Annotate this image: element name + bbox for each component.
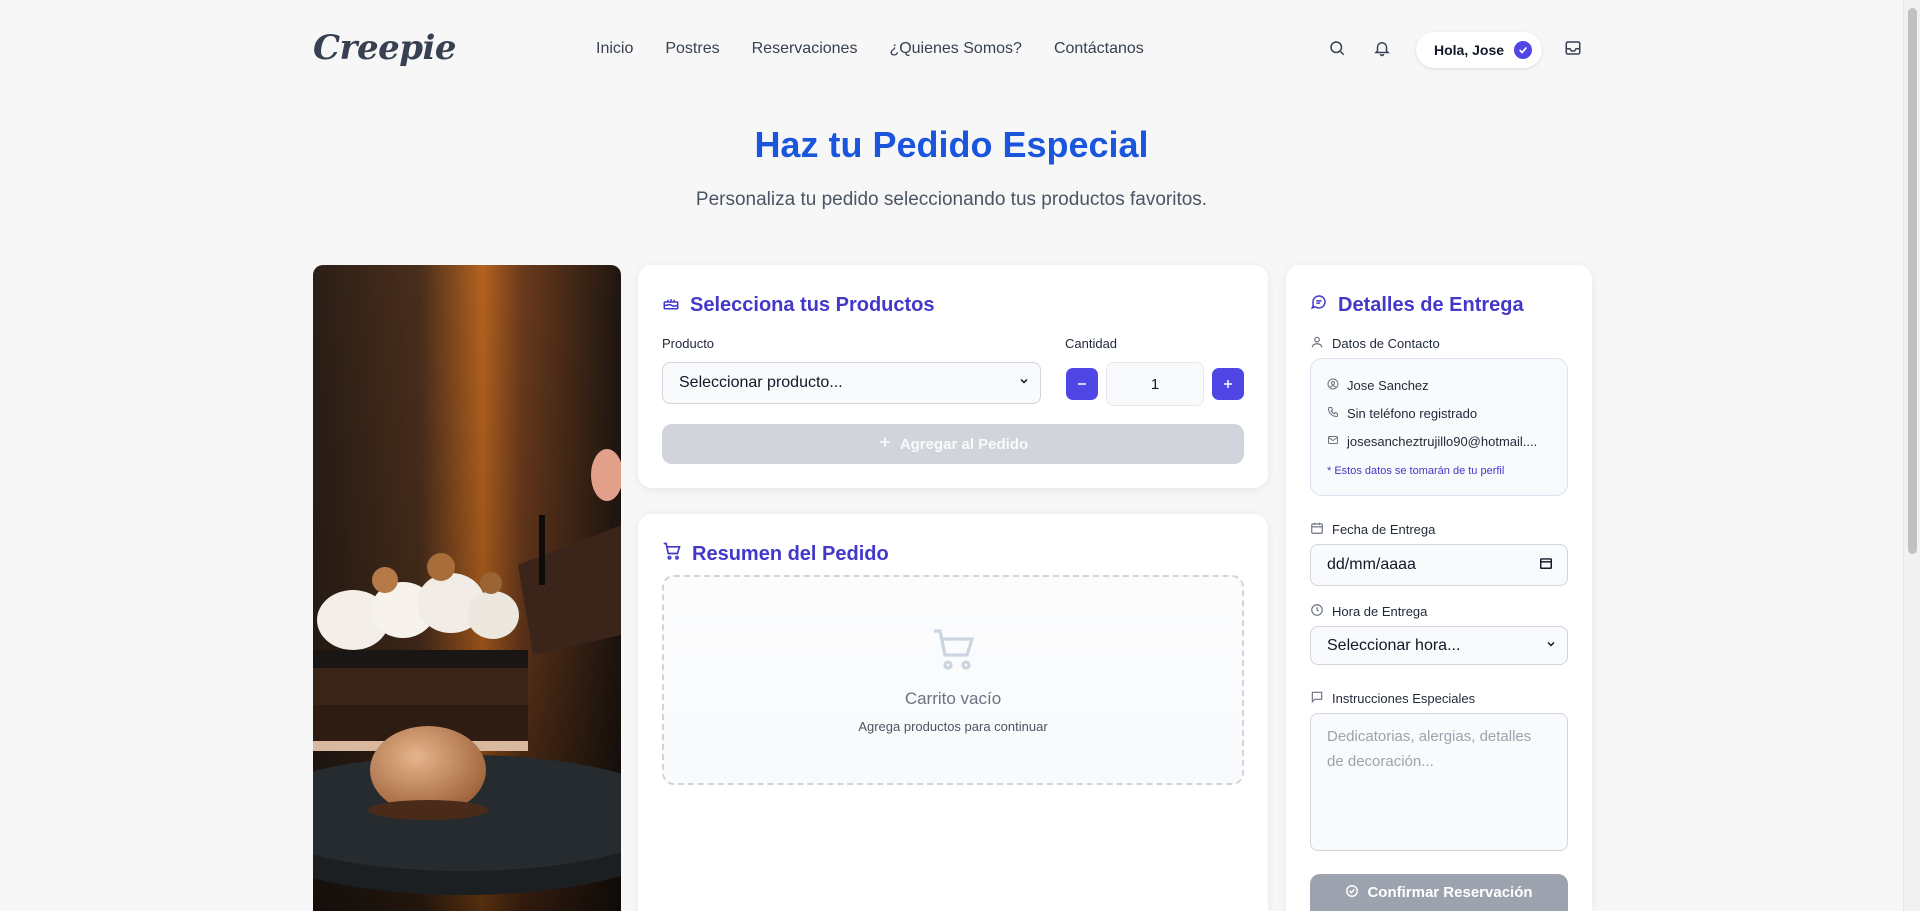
cake-icon [662, 293, 680, 317]
add-to-order-button[interactable]: Agregar al Pedido [662, 424, 1244, 464]
plus-icon [878, 435, 892, 453]
calendar-picker-icon[interactable] [1539, 556, 1553, 575]
delivery-date-value: dd/mm/aaaa [1327, 556, 1416, 573]
product-label: Producto [662, 336, 715, 351]
special-instructions-label-text: Instrucciones Especiales [1332, 691, 1476, 706]
products-card-header: Selecciona tus Productos [662, 293, 935, 317]
special-instructions-placeholder: Dedicatorias, alergias, detalles de deco… [1327, 728, 1532, 770]
page-title: Haz tu Pedido Especial [754, 124, 1149, 165]
user-icon [1310, 335, 1324, 352]
nav-reservaciones[interactable]: Reservaciones [752, 40, 858, 58]
quantity-value: 1 [1150, 375, 1160, 393]
contact-phone-row: Sin teléfono registrado [1327, 406, 1477, 421]
page-scrollbar[interactable] [1903, 0, 1920, 911]
calendar-icon [1310, 521, 1324, 538]
special-instructions-label: Instrucciones Especiales [1310, 690, 1475, 707]
main-nav: Inicio Postres Reservaciones ¿Quienes So… [596, 40, 1176, 58]
quantity-field[interactable]: 1 [1106, 362, 1204, 406]
contact-note: * Estos datos se tomarán de tu perfil [1327, 465, 1505, 477]
product-select-value: Seleccionar producto... [679, 374, 843, 391]
decrease-quantity-button[interactable] [1066, 368, 1098, 400]
increase-quantity-button[interactable] [1212, 368, 1244, 400]
empty-cart-title: Carrito vacío [904, 689, 1002, 708]
contact-email-row: josesancheztrujillo90@hotmail.... [1327, 434, 1537, 449]
chevron-down-icon [1018, 374, 1030, 392]
search-icon[interactable] [1325, 36, 1349, 60]
contact-name: Jose Sanchez [1347, 378, 1429, 393]
summary-card-header: Resumen del Pedido [662, 541, 889, 567]
contact-email: josesancheztrujillo90@hotmail.... [1347, 434, 1538, 449]
check-circle-icon [1345, 884, 1359, 902]
cart-icon [662, 541, 682, 567]
dessert-photo [313, 265, 621, 911]
special-instructions-textarea[interactable]: Dedicatorias, alergias, detalles de deco… [1310, 713, 1568, 851]
product-select[interactable]: Seleccionar producto... [662, 362, 1041, 404]
order-summary-card: Resumen del Pedido Carrito vacío Agrega … [638, 514, 1268, 911]
contact-info-box: Jose Sanchez Sin teléfono registrado jos… [1310, 358, 1568, 496]
brand-logo[interactable]: Creepie [313, 28, 457, 68]
inbox-icon[interactable] [1561, 36, 1585, 60]
delivery-date-label-text: Fecha de Entrega [1332, 522, 1436, 537]
page-subtitle: Personaliza tu pedido seleccionando tus … [695, 189, 1208, 210]
add-to-order-label: Agregar al Pedido [899, 435, 1029, 453]
user-circle-icon [1327, 378, 1339, 393]
nav-inicio[interactable]: Inicio [596, 40, 633, 58]
empty-cart-subtitle: Agrega productos para continuar [858, 719, 1048, 734]
contact-data-label-text: Datos de Contacto [1332, 336, 1440, 351]
contact-phone: Sin teléfono registrado [1347, 406, 1478, 421]
summary-card-title: Resumen del Pedido [692, 542, 889, 565]
message-icon [1310, 690, 1324, 707]
chevron-down-icon [1545, 637, 1557, 655]
confirm-reservation-button[interactable]: Confirmar Reservación [1310, 874, 1568, 911]
quantity-label: Cantidad [1065, 336, 1118, 351]
empty-cart-icon [930, 625, 978, 678]
products-card: Selecciona tus Productos Producto Cantid… [638, 265, 1268, 488]
top-navbar: Creepie Inicio Postres Reservaciones ¿Qu… [313, 22, 1593, 78]
bell-icon[interactable] [1370, 36, 1394, 60]
delivery-date-input[interactable]: dd/mm/aaaa [1310, 544, 1568, 586]
delivery-card-title: Detalles de Entrega [1338, 293, 1524, 316]
nav-postres[interactable]: Postres [665, 40, 719, 58]
delivery-time-select[interactable]: Seleccionar hora... [1310, 626, 1568, 665]
scrollbar-thumb[interactable] [1908, 8, 1917, 554]
mail-icon [1327, 434, 1339, 449]
delivery-card: Detalles de Entrega Datos de Contacto Jo… [1286, 265, 1592, 911]
nav-quienes-somos[interactable]: ¿Quienes Somos? [889, 40, 1022, 58]
user-greeting: Hola, Jose [1434, 42, 1505, 58]
delivery-date-label: Fecha de Entrega [1310, 521, 1435, 538]
delivery-card-header: Detalles de Entrega [1310, 293, 1524, 317]
confirm-reservation-label: Confirmar Reservación [1367, 884, 1533, 901]
delivery-time-label-text: Hora de Entrega [1332, 604, 1428, 619]
nav-contactanos[interactable]: Contáctanos [1054, 40, 1144, 58]
delivery-time-label: Hora de Entrega [1310, 603, 1427, 620]
contact-name-row: Jose Sanchez [1327, 378, 1429, 393]
user-menu-button[interactable]: Hola, Jose [1416, 32, 1542, 68]
verified-check-icon [1514, 41, 1533, 59]
delivery-time-value: Seleccionar hora... [1327, 636, 1461, 654]
chat-icon [1310, 293, 1328, 317]
contact-data-label: Datos de Contacto [1310, 335, 1440, 352]
phone-icon [1327, 406, 1339, 421]
clock-icon [1310, 603, 1324, 620]
empty-cart-box: Carrito vacío Agrega productos para cont… [662, 575, 1244, 785]
products-card-title: Selecciona tus Productos [690, 293, 935, 316]
